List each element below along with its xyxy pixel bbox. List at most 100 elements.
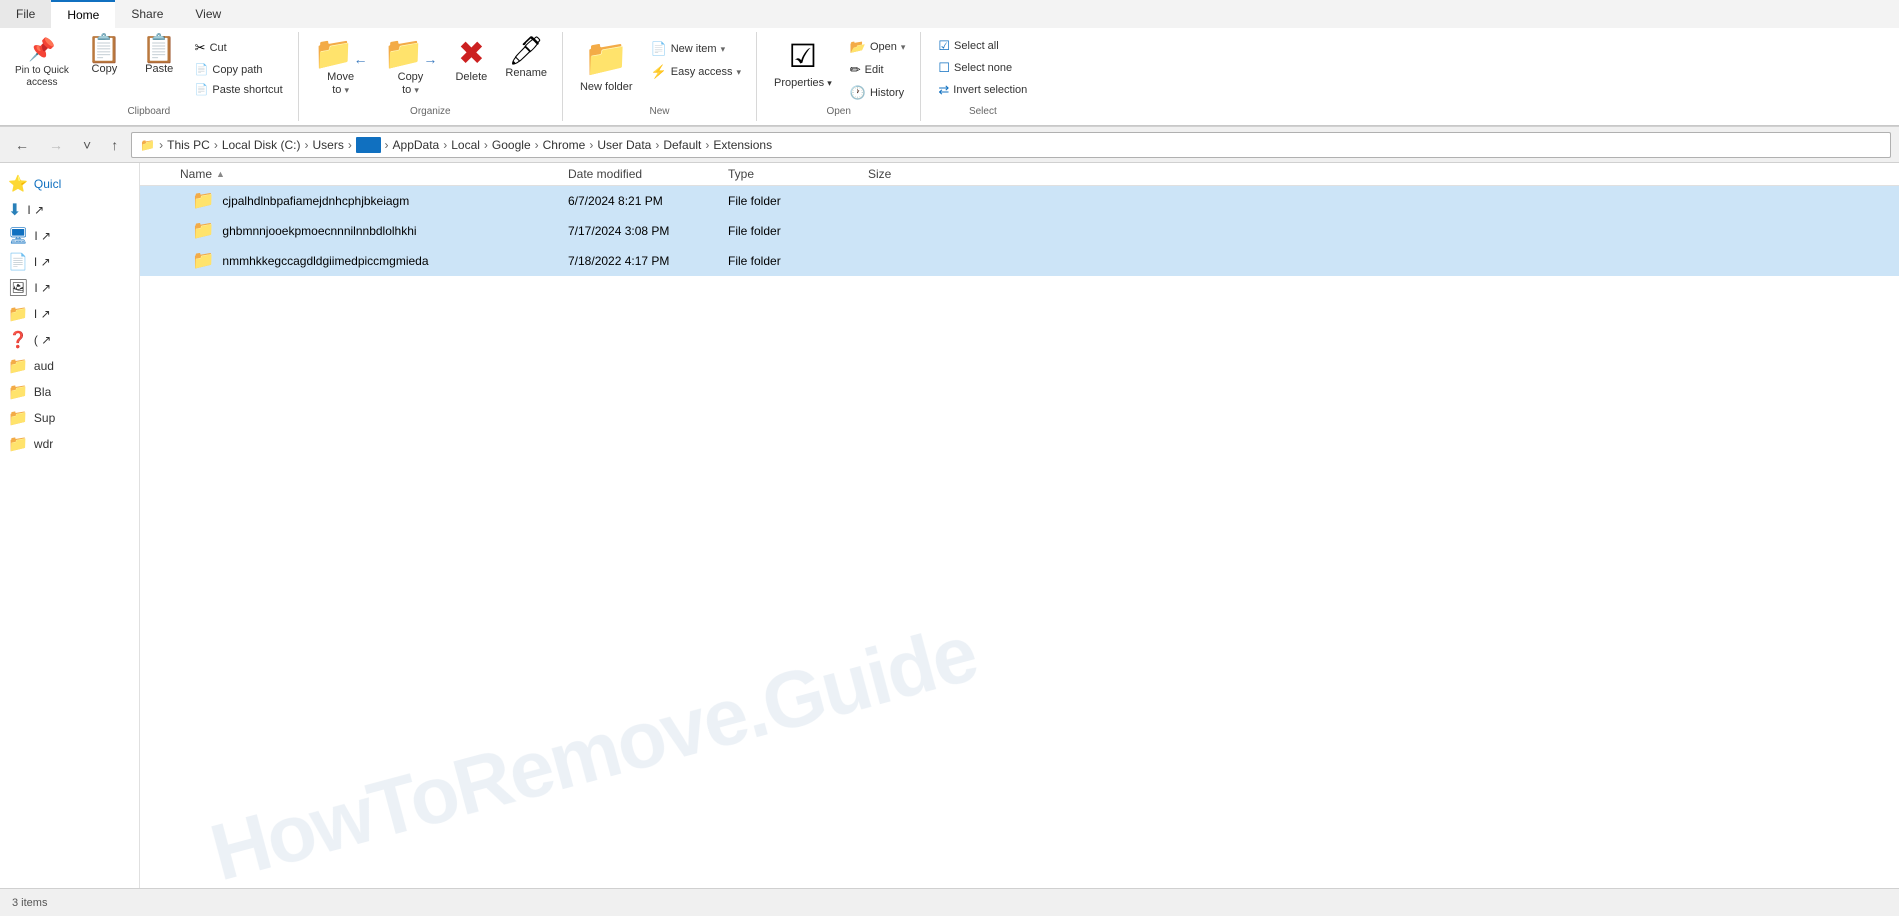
delete-label: Delete (455, 71, 487, 84)
copy-icon: 📋 (87, 35, 122, 63)
select-buttons-row: ☑ Select all ☐ Select none ⇄ Invert sele… (929, 32, 1036, 104)
sort-arrow-name: ▲ (216, 169, 225, 179)
properties-button[interactable]: ☑ Properties ▾ (765, 32, 841, 104)
breadcrumb-default[interactable]: Default (663, 138, 701, 152)
sidebar-item-aud[interactable]: 📁 aud (0, 353, 139, 379)
copy-to-icon: 📁→ (384, 37, 438, 69)
file-row-2[interactable]: 📁 nmmhkkegccagdldgiimedpiccmgmieda 7/18/… (140, 246, 1899, 276)
file-type-1: File folder (720, 224, 860, 238)
recent-button[interactable]: ˅ (76, 134, 98, 156)
sidebar-downloads-label: I ↗ (27, 203, 44, 217)
breadcrumb-user[interactable] (356, 137, 381, 153)
sidebar-item-unknown[interactable]: ❓ ( ↗ (0, 327, 139, 353)
sidebar-item-bla[interactable]: 📁 Bla (0, 379, 139, 405)
back-button[interactable]: ← (8, 134, 36, 156)
breadcrumb-local-disk[interactable]: Local Disk (C:) (222, 138, 301, 152)
sidebar-item-sup[interactable]: 📁 Sup (0, 405, 139, 431)
new-item-button[interactable]: 📄 New item ▾ (644, 38, 748, 60)
open-group-label: Open (765, 104, 912, 121)
clipboard-group: 📌 Pin to Quickaccess 📋 Home Copy 📋 Paste (0, 32, 299, 121)
tab-file[interactable]: File (0, 0, 51, 28)
file-row-1[interactable]: 📁 ghbmnnjooekpmoecnnnilnnbdlolhkhi 7/17/… (140, 216, 1899, 246)
paste-label: Paste (145, 63, 173, 75)
breadcrumb-this-pc[interactable]: This PC (167, 138, 210, 152)
tab-share[interactable]: Share (115, 0, 179, 28)
select-all-icon: ☑ (938, 38, 950, 54)
cut-label: Cut (210, 42, 227, 54)
tab-view[interactable]: View (179, 0, 237, 28)
select-none-button[interactable]: ☐ Select none (929, 57, 1036, 79)
paste-shortcut-button[interactable]: 📄 Paste shortcut (188, 80, 290, 99)
copy-to-button[interactable]: 📁→ Copyto ▾ (377, 32, 445, 104)
breadcrumb-appdata[interactable]: AppData (393, 138, 440, 152)
col-header-date[interactable]: Date modified (560, 167, 720, 181)
select-all-label: Select all (954, 40, 999, 52)
file-date-2: 7/18/2022 4:17 PM (560, 254, 720, 268)
move-to-button[interactable]: 📁← Moveto ▾ (307, 32, 375, 104)
main-layout: ⭐ Quicl ⬇ I ↗ 🖥 I ↗ 📄 I ↗ 🖼 I ↗ 📁 I ↗ ❓ … (0, 163, 1899, 888)
cut-button[interactable]: ✂ Cut (188, 37, 290, 59)
select-all-button[interactable]: ☑ Select all (929, 35, 1036, 57)
aud-icon: 📁 (8, 356, 28, 376)
sidebar-wdr-label: wdr (34, 437, 53, 451)
select-buttons: ☑ Select all ☐ Select none ⇄ Invert sele… (929, 32, 1036, 104)
easy-access-button[interactable]: ⚡ Easy access ▾ (644, 61, 748, 83)
delete-icon: ✖ (458, 37, 485, 69)
file-type-2: File folder (720, 254, 860, 268)
sidebar-item-quick-access[interactable]: ⭐ Quicl (0, 171, 139, 197)
new-folder-icon: 📁 (584, 37, 629, 79)
folder-icon-2: 📁 (192, 250, 214, 271)
organize-group: 📁← Moveto ▾ 📁→ Copyto ▾ ✖ Delete 🖊 Renam… (299, 32, 563, 121)
file-row-0[interactable]: 📁 cjpalhdlnbpafiamejdnhcphjbkeiagm 6/7/2… (140, 186, 1899, 216)
breadcrumb-local[interactable]: Local (451, 138, 480, 152)
paste-icon: 📋 (142, 35, 177, 63)
copy-path-button[interactable]: 📄 Copy path (188, 60, 290, 79)
sidebar-item-downloads[interactable]: ⬇ I ↗ (0, 197, 139, 223)
file-list: Name ▲ Date modified Type Size 📁 cjpalhd… (140, 163, 1899, 888)
open-buttons-row: ☑ Properties ▾ 📂 Open ▾ ✏ Edit 🕐 (765, 32, 912, 104)
sidebar-unknown-label: ( ↗ (34, 333, 51, 347)
select-none-icon: ☐ (938, 60, 950, 76)
file-date-1: 7/17/2024 3:08 PM (560, 224, 720, 238)
tab-home[interactable]: Home (51, 0, 115, 28)
breadcrumb-users[interactable]: Users (313, 138, 344, 152)
desktop-icon: 🖥 (8, 226, 28, 246)
breadcrumb[interactable]: 📁 › This PC › Local Disk (C:) › Users › … (131, 132, 1891, 158)
up-button[interactable]: ↑ (104, 134, 125, 156)
col-header-name[interactable]: Name ▲ (140, 167, 560, 181)
forward-button[interactable]: → (42, 134, 70, 156)
status-bar: 3 items (0, 888, 1899, 916)
sidebar-item-folder1[interactable]: 📁 I ↗ (0, 301, 139, 327)
sidebar-item-documents[interactable]: 📄 I ↗ (0, 249, 139, 275)
sidebar-item-pictures[interactable]: 🖼 I ↗ (0, 275, 139, 301)
sidebar-aud-label: aud (34, 359, 54, 373)
history-button[interactable]: 🕐 History (843, 82, 913, 104)
new-buttons-row: 📁 New folder 📄 New item ▾ ⚡ Easy access … (571, 32, 748, 104)
sidebar-item-desktop[interactable]: 🖥 I ↗ (0, 223, 139, 249)
paste-button[interactable]: 📋 Paste (133, 32, 186, 104)
col-header-type[interactable]: Type (720, 167, 860, 181)
delete-button[interactable]: ✖ Delete (446, 32, 496, 104)
new-group: 📁 New folder 📄 New item ▾ ⚡ Easy access … (563, 32, 757, 121)
breadcrumb-extensions[interactable]: Extensions (713, 138, 772, 152)
col-header-size[interactable]: Size (860, 167, 960, 181)
pin-to-quick-access-button[interactable]: 📌 Pin to Quickaccess (8, 32, 76, 104)
invert-icon: ⇄ (938, 82, 949, 98)
breadcrumb-folder-icon: 📁 (140, 138, 155, 152)
breadcrumb-chrome[interactable]: Chrome (543, 138, 586, 152)
copy-button[interactable]: 📋 Home Copy (78, 32, 131, 104)
folder-icon-1: 📁 (192, 220, 214, 241)
sidebar-bla-label: Bla (34, 385, 51, 399)
breadcrumb-user-data[interactable]: User Data (597, 138, 651, 152)
invert-selection-button[interactable]: ⇄ Invert selection (929, 79, 1036, 101)
sidebar-folder1-label: I ↗ (34, 307, 51, 321)
edit-button[interactable]: ✏ Edit (843, 59, 913, 81)
copy-path-icon: 📄 (195, 63, 209, 76)
new-folder-button[interactable]: 📁 New folder (571, 32, 642, 104)
breadcrumb-google[interactable]: Google (492, 138, 531, 152)
sidebar-item-wdr[interactable]: 📁 wdr (0, 431, 139, 457)
file-date-0: 6/7/2024 8:21 PM (560, 194, 720, 208)
open-button[interactable]: 📂 Open ▾ (843, 36, 913, 58)
rename-button[interactable]: 🖊 Rename (498, 32, 554, 104)
rename-label: Rename (505, 67, 547, 80)
